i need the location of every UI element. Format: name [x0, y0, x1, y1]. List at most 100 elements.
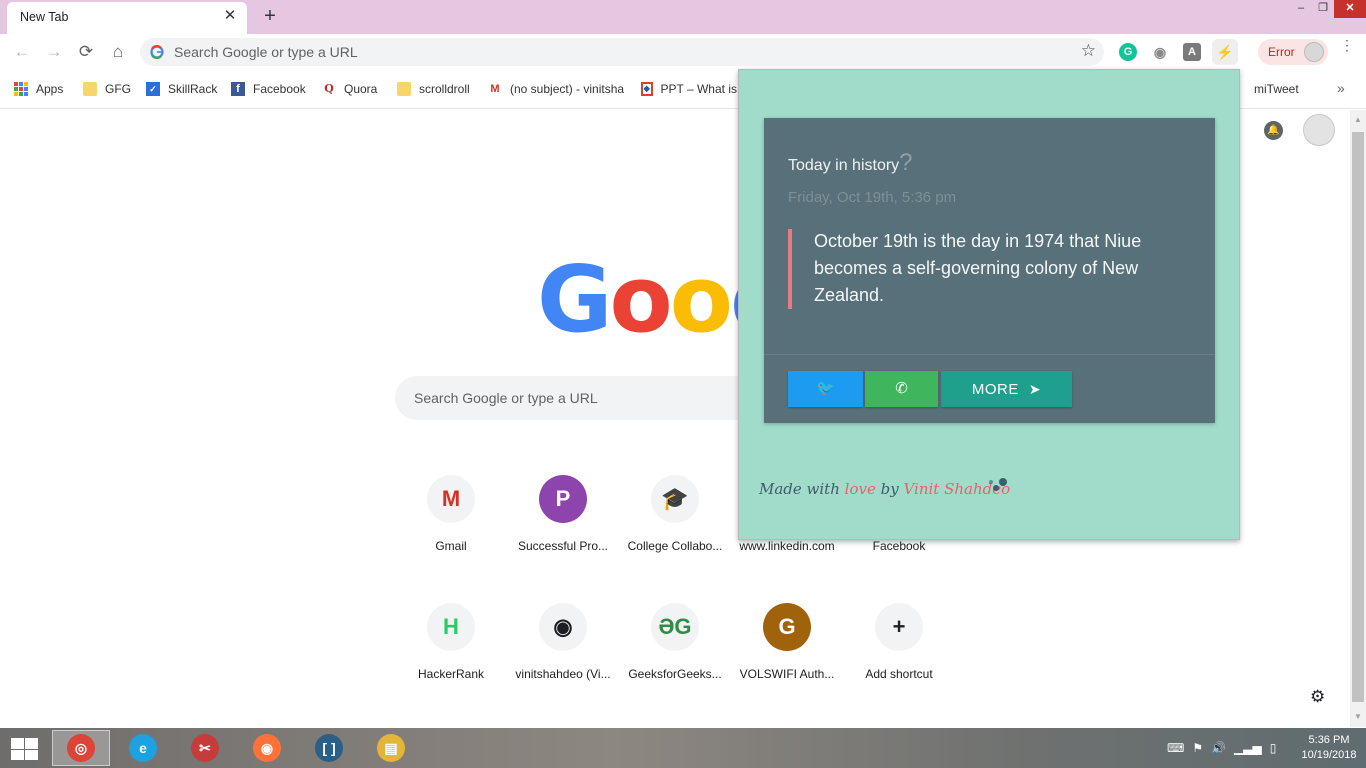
tray-icon[interactable]: 🔊: [1211, 741, 1226, 755]
folder-icon: [397, 82, 411, 96]
tray-icon[interactable]: ⌨: [1167, 741, 1184, 755]
shortcut-tile[interactable]: ◉ vinitshahdeo (Vi...: [507, 603, 619, 703]
share-whatsapp-button[interactable]: ✆: [865, 371, 938, 407]
bookmark-gmail[interactable]: M (no subject) - vinitsha: [488, 81, 625, 97]
tab-new-tab[interactable]: New Tab ✕: [7, 2, 247, 34]
shortcut-label: GeeksforGeeks...: [628, 667, 722, 681]
question-mark-icon: ?: [899, 149, 913, 176]
tray-icon[interactable]: ▯: [1270, 741, 1277, 755]
shortcut-icon: P: [539, 475, 587, 523]
taskbar-app-icon: ✂: [191, 734, 219, 762]
taskbar-app-button[interactable]: ◎: [52, 730, 110, 766]
customize-settings-icon[interactable]: ⚙: [1310, 687, 1325, 707]
taskbar-app-icon: e: [129, 734, 157, 762]
bookmark-mitweet[interactable]: miTweet: [1254, 81, 1299, 97]
shortcut-label: vinitshahdeo (Vi...: [515, 667, 611, 681]
clock-time: 5:36 PM: [1308, 734, 1350, 746]
taskbar-app-button[interactable]: ✂: [176, 730, 234, 766]
shortcut-tile[interactable]: P Successful Pro...: [507, 475, 619, 575]
page-scrollbar[interactable]: ▲ ▼: [1350, 110, 1366, 727]
windows-start-icon[interactable]: [11, 738, 38, 760]
shortcut-tile[interactable]: + Add shortcut: [843, 603, 955, 703]
bookmark-ppt[interactable]: ◆ PPT – What is: [641, 81, 737, 97]
shortcut-label: Facebook: [872, 539, 926, 553]
clock-date: 10/19/2018: [1301, 749, 1357, 761]
forward-arrow-icon[interactable]: →: [42, 40, 66, 64]
taskbar-app-icon: ◎: [67, 734, 95, 762]
a-extension-icon[interactable]: A: [1183, 43, 1201, 61]
shortcut-tile[interactable]: ƏG GeeksforGeeks...: [619, 603, 731, 703]
quora-icon: Q: [324, 82, 334, 95]
taskbar-clock[interactable]: 5:36 PM 10/19/2018: [1296, 733, 1362, 763]
bookmark-apps[interactable]: Apps: [14, 81, 63, 97]
profile-error-label: Error: [1268, 45, 1295, 59]
window-controls: – ❐ ✕: [1290, 0, 1366, 18]
bookmark-star-icon[interactable]: ☆: [1081, 41, 1096, 61]
bookmark-skillrack[interactable]: ✓ SkillRack: [146, 81, 217, 97]
tray-icon[interactable]: ⚑: [1192, 741, 1203, 755]
grammarly-extension-icon[interactable]: G: [1119, 43, 1137, 61]
profile-error-button[interactable]: Error: [1258, 39, 1328, 65]
history-fact: October 19th is the day in 1974 that Niu…: [814, 231, 1142, 305]
system-tray: ⌨ ⚑ 🔊 ▁▃▅ ▯: [1167, 741, 1276, 755]
bookmark-label: Quora: [344, 82, 378, 96]
more-bookmarks-icon[interactable]: »: [1337, 80, 1345, 96]
scroll-down-arrow-icon[interactable]: ▼: [1350, 709, 1366, 725]
account-avatar[interactable]: [1303, 114, 1335, 146]
share-twitter-button[interactable]: 🐦: [788, 371, 863, 407]
gmail-icon: M: [490, 83, 500, 95]
shortcut-icon: 🎓: [651, 475, 699, 523]
address-bar[interactable]: Search Google or type a URL ☆: [140, 38, 1104, 66]
more-button[interactable]: MORE ➤: [941, 371, 1072, 407]
shortcut-tile[interactable]: 🎓 College Collabo...: [619, 475, 731, 575]
logo-letter: o: [669, 246, 733, 353]
credit-by: by: [875, 480, 904, 498]
card-date: Friday, Oct 19th, 5:36 pm: [788, 189, 957, 206]
bookmark-label: GFG: [105, 82, 131, 96]
shortcut-icon: +: [875, 603, 923, 651]
taskbar-app-button[interactable]: [ ]: [300, 730, 358, 766]
send-arrow-icon: ➤: [1028, 381, 1042, 397]
more-button-label: MORE: [971, 381, 1019, 398]
bookmark-facebook[interactable]: f Facebook: [231, 81, 306, 97]
taskbar-app-button[interactable]: e: [114, 730, 172, 766]
back-arrow-icon[interactable]: ←: [10, 40, 34, 64]
address-bar-placeholder: Search Google or type a URL: [174, 44, 358, 60]
shortcut-icon: ◉: [539, 603, 587, 651]
credit-prefix: Made with: [759, 480, 845, 498]
shortcut-label: VOLSWIFI Auth...: [739, 667, 835, 681]
new-tab-button[interactable]: +: [259, 4, 281, 28]
scroll-up-arrow-icon[interactable]: ▲: [1350, 112, 1366, 128]
shortcut-icon: ƏG: [651, 603, 699, 651]
privacy-extension-icon[interactable]: ◉: [1151, 43, 1169, 61]
bookmark-quora[interactable]: Q Quora: [322, 81, 377, 97]
bookmark-gfg[interactable]: GFG: [83, 81, 131, 97]
taskbar-app-button[interactable]: ◉: [238, 730, 296, 766]
bookmark-scrolldroll[interactable]: scrolldroll: [397, 81, 470, 97]
taskbar-app-button[interactable]: ▤: [362, 730, 420, 766]
notification-bell-icon[interactable]: 🔔: [1264, 121, 1283, 140]
chrome-menu-icon[interactable]: ⋮: [1340, 38, 1354, 52]
skillrack-icon: ✓: [146, 82, 160, 96]
shortcut-tile[interactable]: M Gmail: [395, 475, 507, 575]
tray-icon[interactable]: ▁▃▅: [1234, 741, 1262, 755]
google-g-icon: [150, 45, 164, 59]
restore-button[interactable]: ❐: [1312, 0, 1334, 18]
shortcut-label: College Collabo...: [627, 539, 723, 553]
shortcut-label: Successful Pro...: [517, 539, 609, 553]
minimize-button[interactable]: –: [1290, 0, 1312, 18]
shortcut-tile[interactable]: H HackerRank: [395, 603, 507, 703]
home-icon[interactable]: ⌂: [106, 40, 130, 64]
tab-title: New Tab: [20, 10, 69, 24]
profile-avatar: [1304, 42, 1324, 62]
shortcut-label: HackerRank: [417, 667, 485, 681]
credit-line: Made with love by Vinit Shahdeo: [759, 480, 1010, 498]
today-in-history-extension-icon[interactable]: ⚡: [1212, 39, 1238, 65]
shortcut-icon: H: [427, 603, 475, 651]
close-window-button[interactable]: ✕: [1334, 0, 1366, 18]
logo-letter: o: [609, 246, 673, 353]
reload-icon[interactable]: ⟳: [74, 40, 98, 64]
tab-close-icon[interactable]: ✕: [221, 7, 239, 25]
shortcut-tile[interactable]: G VOLSWIFI Auth...: [731, 603, 843, 703]
scrollbar-thumb[interactable]: [1352, 132, 1364, 702]
